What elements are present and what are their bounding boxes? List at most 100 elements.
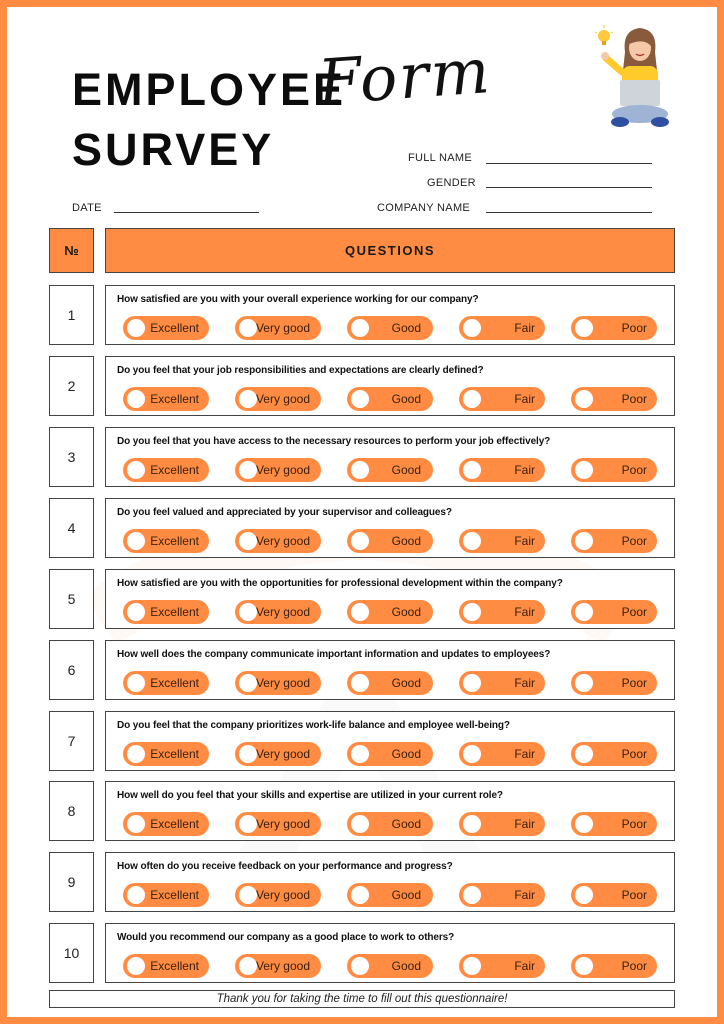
option-good[interactable]: Good <box>347 529 433 553</box>
option-good[interactable]: Good <box>347 600 433 624</box>
radio-circle-icon[interactable] <box>351 603 369 621</box>
option-poor[interactable]: Poor <box>571 812 657 836</box>
radio-circle-icon[interactable] <box>351 390 369 408</box>
option-good[interactable]: Good <box>347 671 433 695</box>
radio-circle-icon[interactable] <box>575 603 593 621</box>
radio-circle-icon[interactable] <box>127 461 145 479</box>
option-fair[interactable]: Fair <box>459 458 545 482</box>
option-good[interactable]: Good <box>347 458 433 482</box>
option-poor[interactable]: Poor <box>571 387 657 411</box>
option-poor[interactable]: Poor <box>571 954 657 978</box>
radio-circle-icon[interactable] <box>239 461 257 479</box>
radio-circle-icon[interactable] <box>127 603 145 621</box>
option-excellent[interactable]: Excellent <box>123 600 209 624</box>
radio-circle-icon[interactable] <box>351 319 369 337</box>
radio-circle-icon[interactable] <box>463 603 481 621</box>
radio-circle-icon[interactable] <box>463 957 481 975</box>
radio-circle-icon[interactable] <box>575 390 593 408</box>
company-name-input[interactable] <box>486 212 652 213</box>
option-fair[interactable]: Fair <box>459 812 545 836</box>
radio-circle-icon[interactable] <box>463 815 481 833</box>
option-fair[interactable]: Fair <box>459 529 545 553</box>
option-very-good[interactable]: Very good <box>235 671 321 695</box>
option-excellent[interactable]: Excellent <box>123 671 209 695</box>
radio-circle-icon[interactable] <box>351 461 369 479</box>
option-poor[interactable]: Poor <box>571 671 657 695</box>
radio-circle-icon[interactable] <box>127 815 145 833</box>
option-very-good[interactable]: Very good <box>235 812 321 836</box>
option-fair[interactable]: Fair <box>459 883 545 907</box>
option-excellent[interactable]: Excellent <box>123 742 209 766</box>
radio-circle-icon[interactable] <box>575 745 593 763</box>
radio-circle-icon[interactable] <box>463 319 481 337</box>
option-poor[interactable]: Poor <box>571 600 657 624</box>
option-good[interactable]: Good <box>347 883 433 907</box>
radio-circle-icon[interactable] <box>351 745 369 763</box>
radio-circle-icon[interactable] <box>239 815 257 833</box>
option-good[interactable]: Good <box>347 742 433 766</box>
radio-circle-icon[interactable] <box>575 886 593 904</box>
radio-circle-icon[interactable] <box>351 957 369 975</box>
radio-circle-icon[interactable] <box>351 674 369 692</box>
option-fair[interactable]: Fair <box>459 600 545 624</box>
option-excellent[interactable]: Excellent <box>123 529 209 553</box>
radio-circle-icon[interactable] <box>575 674 593 692</box>
option-poor[interactable]: Poor <box>571 316 657 340</box>
option-excellent[interactable]: Excellent <box>123 387 209 411</box>
radio-circle-icon[interactable] <box>239 886 257 904</box>
radio-circle-icon[interactable] <box>239 674 257 692</box>
radio-circle-icon[interactable] <box>463 674 481 692</box>
option-poor[interactable]: Poor <box>571 529 657 553</box>
option-excellent[interactable]: Excellent <box>123 954 209 978</box>
radio-circle-icon[interactable] <box>127 745 145 763</box>
option-very-good[interactable]: Very good <box>235 742 321 766</box>
radio-circle-icon[interactable] <box>575 957 593 975</box>
radio-circle-icon[interactable] <box>575 532 593 550</box>
radio-circle-icon[interactable] <box>463 886 481 904</box>
radio-circle-icon[interactable] <box>463 532 481 550</box>
radio-circle-icon[interactable] <box>239 957 257 975</box>
radio-circle-icon[interactable] <box>239 390 257 408</box>
radio-circle-icon[interactable] <box>351 886 369 904</box>
option-excellent[interactable]: Excellent <box>123 812 209 836</box>
radio-circle-icon[interactable] <box>127 532 145 550</box>
option-very-good[interactable]: Very good <box>235 883 321 907</box>
radio-circle-icon[interactable] <box>127 319 145 337</box>
option-very-good[interactable]: Very good <box>235 529 321 553</box>
radio-circle-icon[interactable] <box>351 532 369 550</box>
radio-circle-icon[interactable] <box>463 461 481 479</box>
date-input[interactable] <box>114 212 259 213</box>
radio-circle-icon[interactable] <box>127 674 145 692</box>
option-poor[interactable]: Poor <box>571 742 657 766</box>
radio-circle-icon[interactable] <box>127 390 145 408</box>
option-fair[interactable]: Fair <box>459 387 545 411</box>
radio-circle-icon[interactable] <box>463 390 481 408</box>
option-very-good[interactable]: Very good <box>235 600 321 624</box>
option-fair[interactable]: Fair <box>459 742 545 766</box>
full-name-input[interactable] <box>486 163 652 164</box>
radio-circle-icon[interactable] <box>239 319 257 337</box>
option-very-good[interactable]: Very good <box>235 458 321 482</box>
option-good[interactable]: Good <box>347 954 433 978</box>
option-good[interactable]: Good <box>347 812 433 836</box>
radio-circle-icon[interactable] <box>127 957 145 975</box>
radio-circle-icon[interactable] <box>127 886 145 904</box>
radio-circle-icon[interactable] <box>575 319 593 337</box>
option-poor[interactable]: Poor <box>571 883 657 907</box>
option-very-good[interactable]: Very good <box>235 316 321 340</box>
option-poor[interactable]: Poor <box>571 458 657 482</box>
option-good[interactable]: Good <box>347 387 433 411</box>
option-very-good[interactable]: Very good <box>235 387 321 411</box>
option-excellent[interactable]: Excellent <box>123 458 209 482</box>
option-good[interactable]: Good <box>347 316 433 340</box>
gender-input[interactable] <box>486 187 652 188</box>
radio-circle-icon[interactable] <box>351 815 369 833</box>
radio-circle-icon[interactable] <box>463 745 481 763</box>
radio-circle-icon[interactable] <box>239 532 257 550</box>
option-excellent[interactable]: Excellent <box>123 316 209 340</box>
option-fair[interactable]: Fair <box>459 671 545 695</box>
radio-circle-icon[interactable] <box>575 461 593 479</box>
radio-circle-icon[interactable] <box>575 815 593 833</box>
option-fair[interactable]: Fair <box>459 954 545 978</box>
radio-circle-icon[interactable] <box>239 603 257 621</box>
